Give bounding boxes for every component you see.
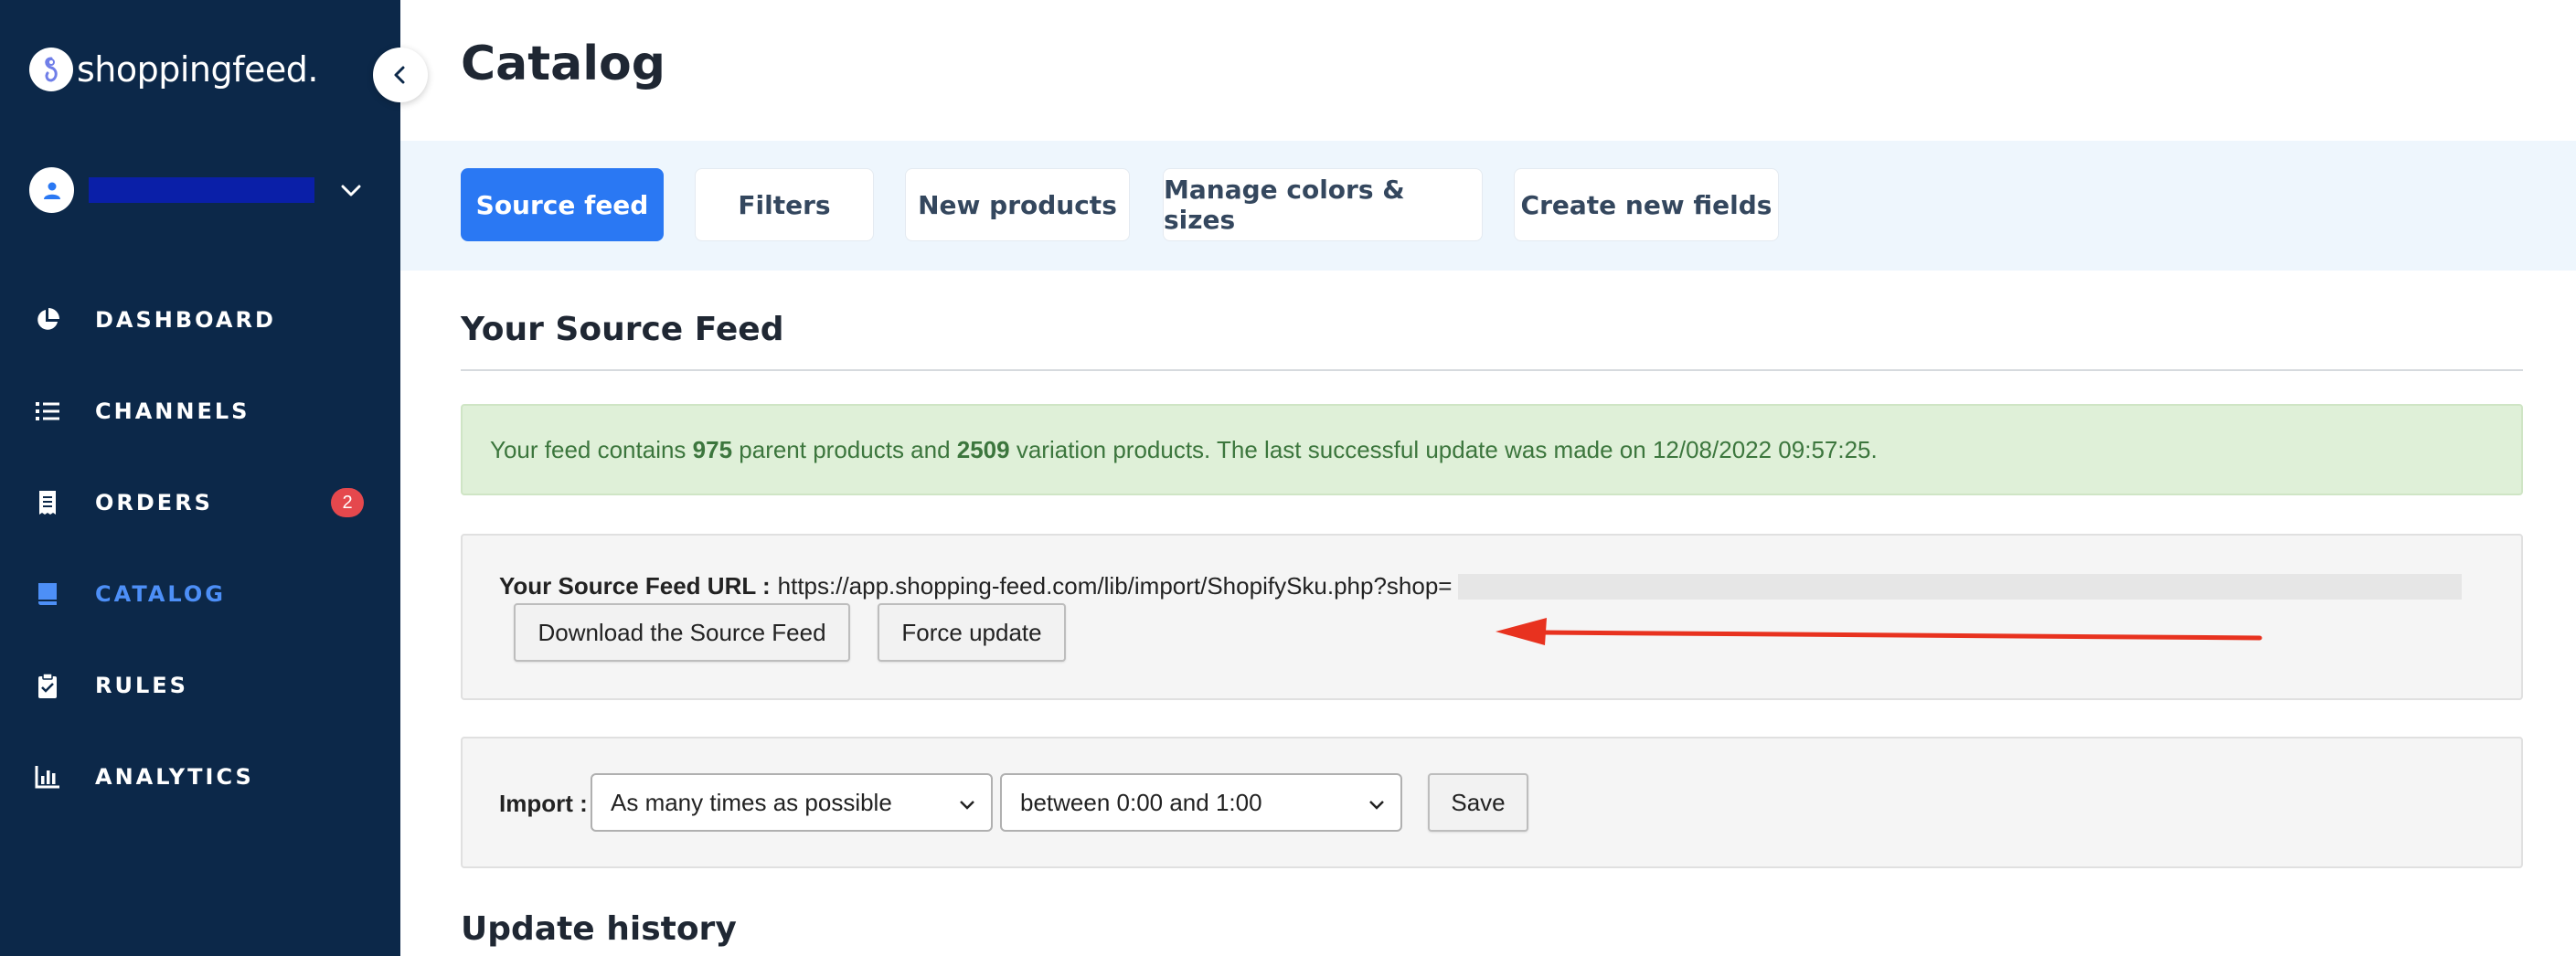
clipboard-icon (33, 671, 62, 700)
download-source-feed-button[interactable]: Download the Source Feed (514, 603, 850, 662)
list-icon (33, 397, 62, 426)
sidebar-item-catalog[interactable]: CATALOG (0, 548, 400, 640)
avatar (29, 167, 75, 213)
chevron-down-icon[interactable] (335, 174, 367, 207)
divider (461, 369, 2523, 371)
annotation-arrow-icon (1496, 618, 2262, 645)
import-frequency-value: As many times as possible (611, 788, 892, 816)
book-icon (33, 579, 62, 609)
import-label: Import : (499, 790, 588, 817)
source-feed-url-value[interactable]: https://app.shopping-feed.com/lib/import… (778, 572, 1453, 600)
bar-chart-icon (33, 762, 62, 791)
sidebar-item-label: CHANNELS (95, 398, 250, 424)
sidebar-item-dashboard[interactable]: DASHBOARD (0, 274, 400, 366)
tab-new-products[interactable]: New products (905, 168, 1130, 241)
sidebar-item-label: DASHBOARD (95, 307, 276, 333)
save-button[interactable]: Save (1428, 773, 1528, 832)
shoppingfeed-logo-icon (29, 48, 73, 91)
source-feed-url-label: Your Source Feed URL : (499, 572, 771, 600)
sidebar-nav: DASHBOARD CHANNELS ORDERS 2 CATALOG RULE… (0, 274, 400, 823)
tab-filters[interactable]: Filters (695, 168, 874, 241)
tab-create-new-fields[interactable]: Create new fields (1514, 168, 1779, 241)
variation-product-count: 2509 (956, 435, 1010, 463)
sidebar-item-channels[interactable]: CHANNELS (0, 366, 400, 457)
update-history-title: Update history (461, 910, 737, 948)
force-update-button[interactable]: Force update (878, 603, 1066, 662)
account-switcher[interactable] (29, 166, 367, 214)
import-time-window-select[interactable]: between 0:00 and 1:00 (1000, 773, 1402, 832)
sidebar-item-label: RULES (95, 673, 188, 698)
sidebar-item-label: ORDERS (95, 490, 213, 515)
brand-logo[interactable]: shoppingfeed. (29, 48, 318, 91)
chevron-left-icon (394, 66, 405, 84)
source-feed-url: Your Source Feed URL : https://app.shopp… (499, 572, 2462, 600)
sidebar-item-orders[interactable]: ORDERS 2 (0, 457, 400, 548)
import-frequency-select[interactable]: As many times as possible (591, 773, 993, 832)
main-content: Catalog Source feed Filters New products… (400, 0, 2576, 956)
account-name-redacted (89, 177, 315, 203)
import-schedule-panel: Import : As many times as possible betwe… (461, 737, 2523, 868)
catalog-tabs: Source feed Filters New products Manage … (400, 141, 2576, 271)
sidebar-item-label: CATALOG (95, 581, 226, 607)
pie-chart-icon (33, 305, 62, 335)
orders-count-badge: 2 (331, 488, 364, 517)
url-redacted (1457, 573, 2462, 600)
tab-manage-colors-sizes[interactable]: Manage colors & sizes (1163, 168, 1483, 241)
page-title: Catalog (461, 37, 665, 91)
chevron-down-icon (956, 793, 978, 822)
sidebar-item-rules[interactable]: RULES (0, 640, 400, 731)
alert-text: Your feed contains (490, 435, 693, 463)
alert-text: parent products and (732, 435, 957, 463)
import-time-window-value: between 0:00 and 1:00 (1020, 788, 1262, 816)
user-icon (43, 182, 60, 199)
alert-text: variation products. The last successful … (1009, 435, 1878, 463)
collapse-sidebar-button[interactable] (373, 48, 428, 102)
chevron-down-icon (1366, 793, 1388, 822)
brand-name: shoppingfeed. (77, 49, 318, 90)
sidebar-item-label: ANALYTICS (95, 764, 254, 790)
sidebar-item-analytics[interactable]: ANALYTICS (0, 731, 400, 823)
feed-status-alert: Your feed contains 975 parent products a… (461, 404, 2523, 495)
receipt-icon (33, 488, 62, 517)
section-title: Your Source Feed (461, 311, 784, 348)
parent-product-count: 975 (692, 435, 733, 463)
sidebar: shoppingfeed. DASHBOARD CHANNELS ORDERS … (0, 0, 400, 956)
tab-source-feed[interactable]: Source feed (461, 168, 664, 241)
